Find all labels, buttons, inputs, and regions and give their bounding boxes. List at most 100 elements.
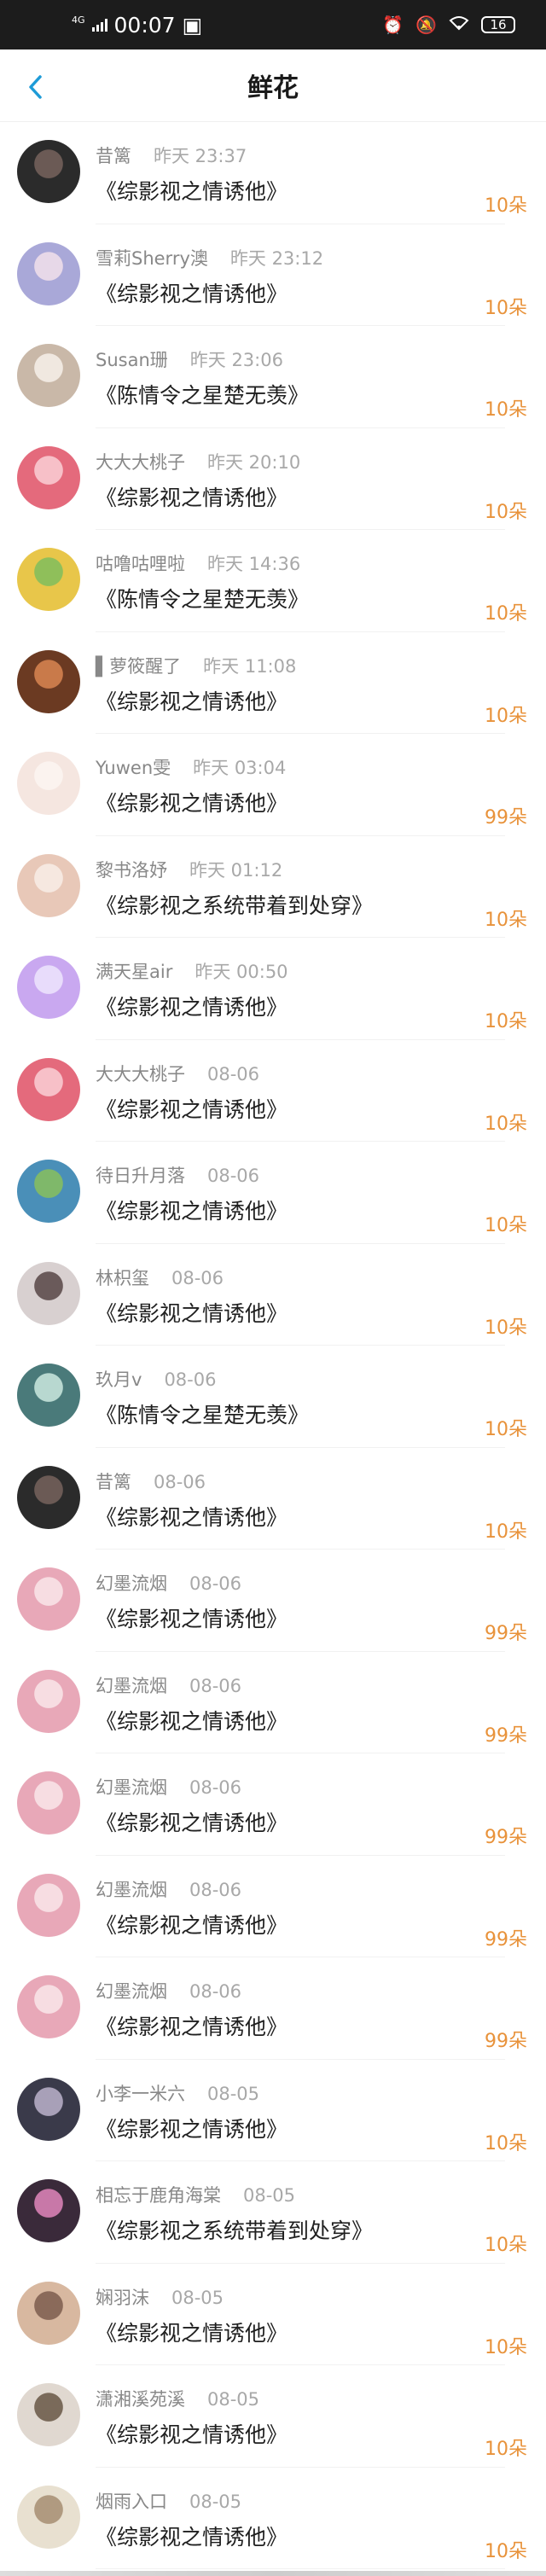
- list-item[interactable]: 潇湘溪苑溪 08-05 《综影视之情诱他》 10朵: [0, 2365, 546, 2468]
- list-item[interactable]: 幻墨流烟 08-06 《综影视之情诱他》 99朵: [0, 1957, 546, 2060]
- user-name[interactable]: Susan珊: [96, 350, 168, 370]
- user-name[interactable]: 大大大桃子: [96, 452, 185, 473]
- user-name[interactable]: 幻墨流烟: [96, 1880, 167, 1900]
- book-title[interactable]: 《综影视之情诱他》: [96, 175, 288, 206]
- book-title[interactable]: 《综影视之情诱他》: [96, 991, 288, 1021]
- user-name[interactable]: 幻墨流烟: [96, 1573, 167, 1594]
- avatar[interactable]: [17, 1465, 80, 1529]
- user-name[interactable]: 娴羽沫: [96, 2288, 149, 2308]
- avatar[interactable]: [17, 2485, 80, 2549]
- user-name[interactable]: 昔篱: [96, 146, 131, 166]
- avatar[interactable]: [17, 2077, 80, 2141]
- avatar[interactable]: [17, 956, 80, 1019]
- user-name[interactable]: 幻墨流烟: [96, 1676, 167, 1696]
- timestamp: 08-06: [189, 1777, 242, 1798]
- list-item[interactable]: 雪莉Sherry澳 昨天 23:12 《综影视之情诱他》 10朵: [0, 224, 546, 327]
- book-title[interactable]: 《综影视之情诱他》: [96, 1705, 288, 1736]
- avatar[interactable]: [17, 1873, 80, 1937]
- list-item[interactable]: 玖月v 08-06 《陈情令之星楚无羡》 10朵: [0, 1346, 546, 1448]
- avatar[interactable]: [17, 1771, 80, 1835]
- book-title[interactable]: 《陈情令之星楚无羡》: [96, 1398, 309, 1429]
- book-title[interactable]: 《综影视之情诱他》: [96, 2418, 288, 2449]
- avatar[interactable]: [17, 2383, 80, 2446]
- avatar[interactable]: [17, 2281, 80, 2345]
- user-name[interactable]: 昔篱: [96, 1472, 131, 1492]
- avatar[interactable]: [17, 1364, 80, 1427]
- avatar[interactable]: [17, 752, 80, 815]
- list-item[interactable]: ▌萝筱醒了 昨天 11:08 《综影视之情诱他》 10朵: [0, 632, 546, 735]
- list-item[interactable]: 满天星air 昨天 00:50 《综影视之情诱他》 10朵: [0, 938, 546, 1040]
- avatar[interactable]: [17, 140, 80, 203]
- user-name[interactable]: 林枳玺: [96, 1268, 149, 1288]
- avatar[interactable]: [17, 1567, 80, 1631]
- avatar[interactable]: [17, 548, 80, 611]
- user-name[interactable]: 烟雨入口: [96, 2492, 167, 2512]
- flower-count: 10朵: [485, 1419, 527, 1440]
- list-item[interactable]: 幻墨流烟 08-06 《综影视之情诱他》 99朵: [0, 1753, 546, 1856]
- avatar[interactable]: [17, 445, 80, 509]
- list-item[interactable]: 相忘于鹿角海棠 08-05 《综影视之系统带着到处穿》 10朵: [0, 2161, 546, 2264]
- list-item[interactable]: 待日升月落 08-06 《综影视之情诱他》 10朵: [0, 1142, 546, 1244]
- user-name[interactable]: 相忘于鹿角海棠: [96, 2185, 221, 2206]
- list-item[interactable]: 昔篱 昨天 23:37 《综影视之情诱他》 10朵: [0, 122, 546, 224]
- book-title[interactable]: 《综影视之情诱他》: [96, 1501, 288, 1532]
- book-title[interactable]: 《综影视之系统带着到处穿》: [96, 2214, 373, 2245]
- list-item[interactable]: 烟雨入口 08-05 《综影视之情诱他》 10朵: [0, 2468, 546, 2570]
- avatar[interactable]: [17, 1669, 80, 1733]
- user-name[interactable]: 雪莉Sherry澳: [96, 248, 208, 269]
- book-title[interactable]: 《综影视之情诱他》: [96, 1909, 288, 1939]
- list-item[interactable]: 林枳玺 08-06 《综影视之情诱他》 10朵: [0, 1244, 546, 1346]
- list-item[interactable]: Susan珊 昨天 23:06 《陈情令之星楚无羡》 10朵: [0, 326, 546, 428]
- avatar[interactable]: [17, 1975, 80, 2038]
- avatar[interactable]: [17, 2179, 80, 2242]
- book-title[interactable]: 《综影视之系统带着到处穿》: [96, 889, 373, 920]
- avatar[interactable]: [17, 1160, 80, 1223]
- user-name[interactable]: 小李一米六: [96, 2084, 185, 2104]
- book-title[interactable]: 《综影视之情诱他》: [96, 1602, 288, 1633]
- row-meta: 幻墨流烟 08-06: [96, 1672, 241, 1698]
- avatar[interactable]: [17, 241, 80, 305]
- book-title[interactable]: 《综影视之情诱他》: [96, 2113, 288, 2143]
- book-title[interactable]: 《综影视之情诱他》: [96, 685, 288, 716]
- user-name[interactable]: 满天星air: [96, 962, 172, 982]
- user-name[interactable]: 黎书洛妤: [96, 860, 167, 881]
- list-item[interactable]: 黎书洛妤 昨天 01:12 《综影视之系统带着到处穿》 10朵: [0, 836, 546, 939]
- book-title[interactable]: 《综影视之情诱他》: [96, 787, 288, 817]
- list-item[interactable]: 昔篱 08-06 《综影视之情诱他》 10朵: [0, 1448, 546, 1550]
- list-item[interactable]: 大大大桃子 昨天 20:10 《综影视之情诱他》 10朵: [0, 428, 546, 531]
- list-item[interactable]: 小李一米六 08-05 《综影视之情诱他》 10朵: [0, 2060, 546, 2162]
- book-title[interactable]: 《综影视之情诱他》: [96, 1806, 288, 1837]
- user-name[interactable]: 潇湘溪苑溪: [96, 2389, 185, 2410]
- avatar[interactable]: [17, 853, 80, 917]
- list-item[interactable]: Yuwen雯 昨天 03:04 《综影视之情诱他》 99朵: [0, 734, 546, 836]
- back-button[interactable]: [19, 70, 53, 104]
- book-title[interactable]: 《综影视之情诱他》: [96, 481, 288, 512]
- book-title[interactable]: 《综影视之情诱他》: [96, 2521, 288, 2551]
- list-item[interactable]: 咕噜咕哩啦 昨天 14:36 《陈情令之星楚无羡》 10朵: [0, 530, 546, 632]
- book-title[interactable]: 《综影视之情诱他》: [96, 2010, 288, 2041]
- user-name[interactable]: 幻墨流烟: [96, 1777, 167, 1798]
- book-title[interactable]: 《陈情令之星楚无羡》: [96, 379, 309, 410]
- user-name[interactable]: Yuwen雯: [96, 758, 171, 778]
- book-title[interactable]: 《综影视之情诱他》: [96, 277, 288, 308]
- list-item[interactable]: 大大大桃子 08-06 《综影视之情诱他》 10朵: [0, 1040, 546, 1143]
- book-title[interactable]: 《综影视之情诱他》: [96, 1297, 288, 1328]
- book-title[interactable]: 《综影视之情诱他》: [96, 2317, 288, 2347]
- avatar[interactable]: [17, 1261, 80, 1325]
- list-item[interactable]: 幻墨流烟 08-06 《综影视之情诱他》 99朵: [0, 1652, 546, 1754]
- book-title[interactable]: 《综影视之情诱他》: [96, 1195, 288, 1225]
- user-name[interactable]: 幻墨流烟: [96, 1981, 167, 2002]
- user-name[interactable]: 待日升月落: [96, 1166, 185, 1186]
- user-name[interactable]: 大大大桃子: [96, 1064, 185, 1084]
- avatar[interactable]: [17, 649, 80, 713]
- user-name[interactable]: ▌萝筱醒了: [96, 656, 181, 677]
- user-name[interactable]: 咕噜咕哩啦: [96, 554, 185, 574]
- list-item[interactable]: 幻墨流烟 08-06 《综影视之情诱他》 99朵: [0, 1550, 546, 1652]
- list-item[interactable]: 娴羽沫 08-05 《综影视之情诱他》 10朵: [0, 2264, 546, 2366]
- list-item[interactable]: 幻墨流烟 08-06 《综影视之情诱他》 99朵: [0, 1856, 546, 1958]
- book-title[interactable]: 《综影视之情诱他》: [96, 1093, 288, 1124]
- avatar[interactable]: [17, 1057, 80, 1121]
- user-name[interactable]: 玖月v: [96, 1369, 142, 1390]
- book-title[interactable]: 《陈情令之星楚无羡》: [96, 583, 309, 613]
- avatar[interactable]: [17, 344, 80, 407]
